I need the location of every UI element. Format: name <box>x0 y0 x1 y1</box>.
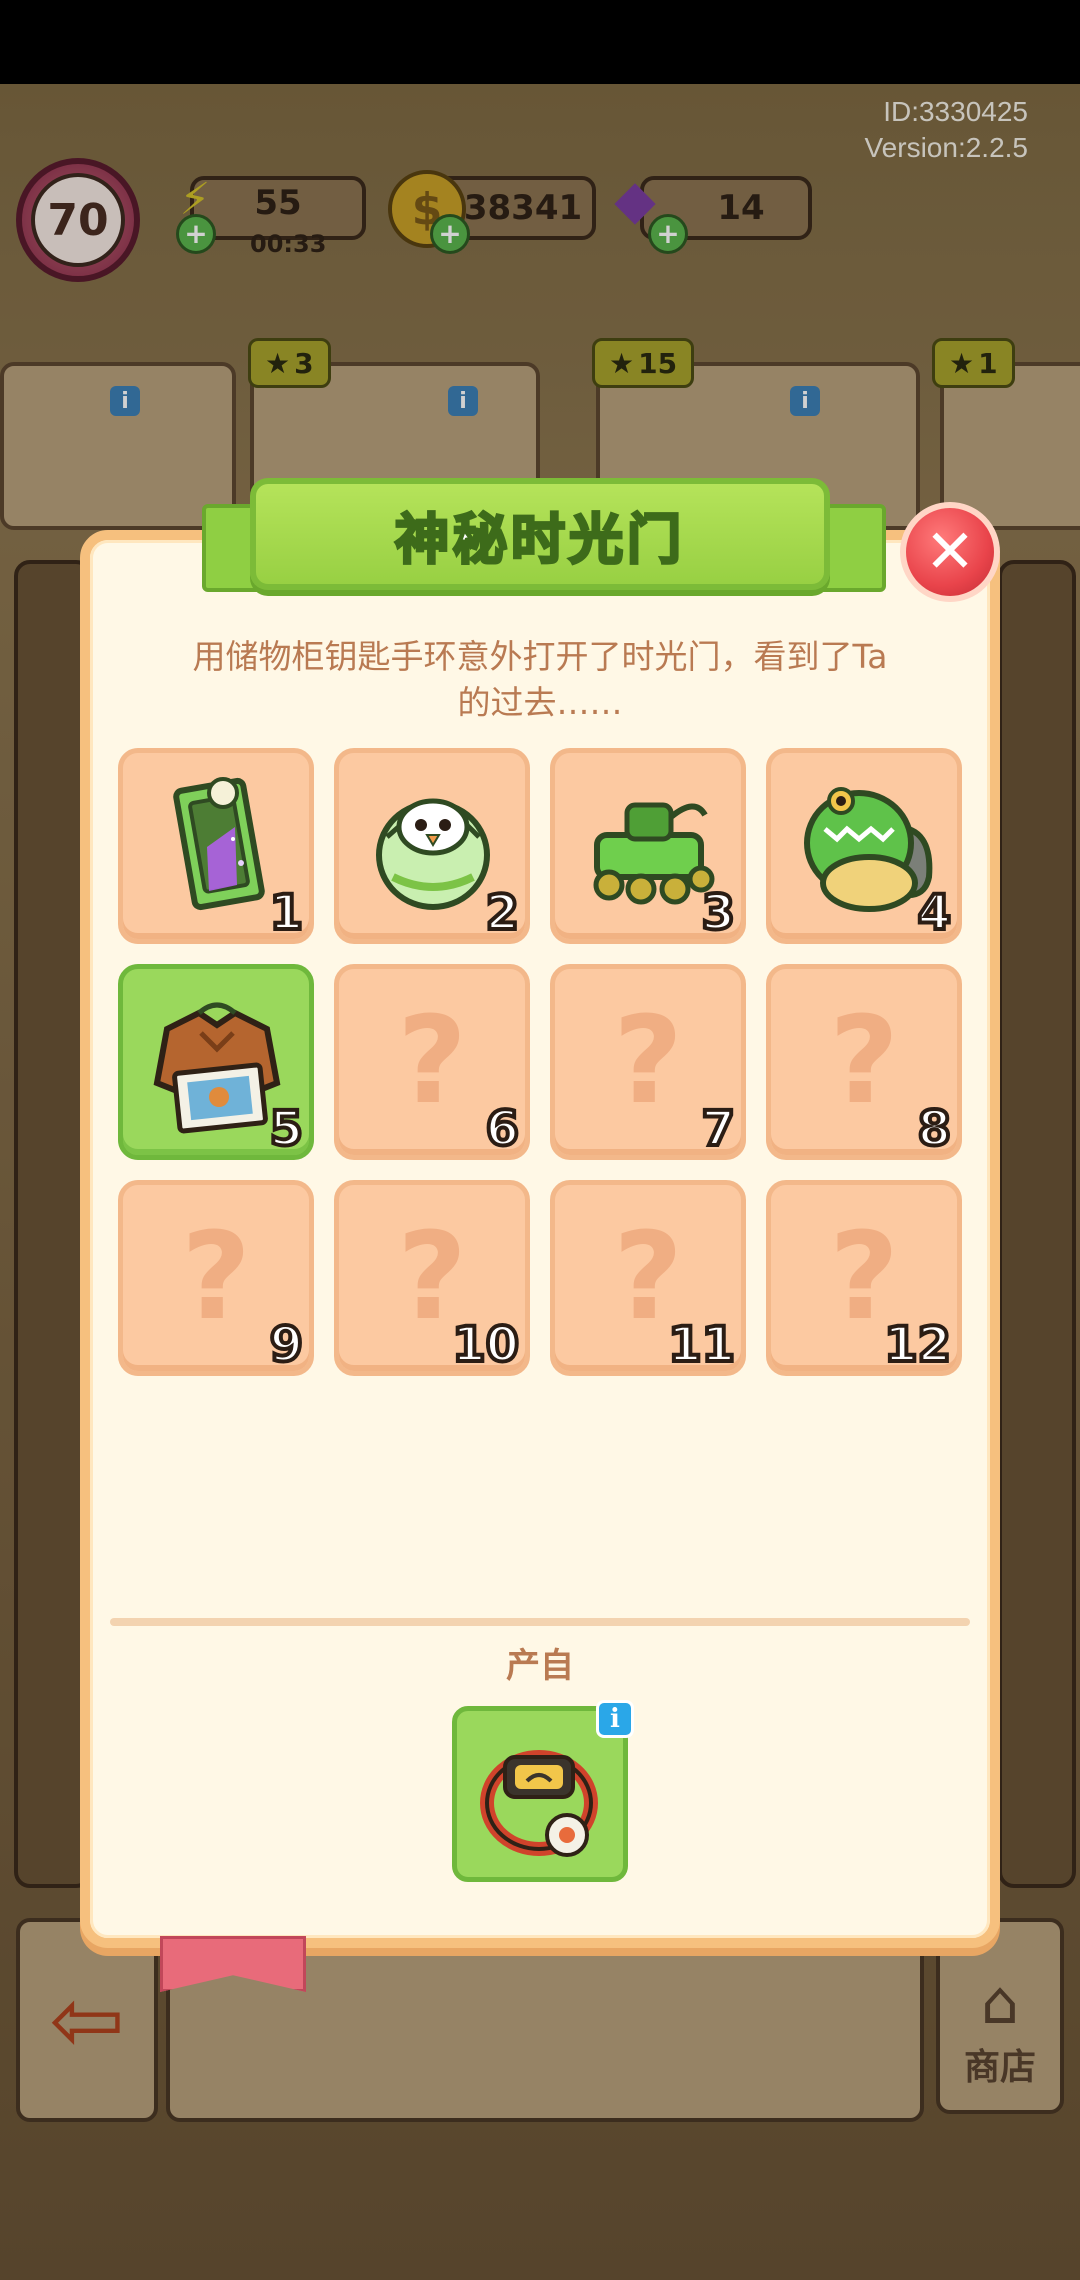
collection-item-7[interactable]: ? 7 <box>550 964 746 1160</box>
item-number: 10 <box>450 1317 521 1373</box>
collection-item-11[interactable]: ? 11 <box>550 1180 746 1376</box>
item-number: 8 <box>916 1101 953 1157</box>
info-icon[interactable]: i <box>596 1700 634 1738</box>
collection-item-8[interactable]: ? 8 <box>766 964 962 1160</box>
section-divider <box>110 1618 970 1626</box>
item-number: 11 <box>666 1317 737 1373</box>
collection-item-3[interactable]: 3 <box>550 748 746 944</box>
item-number: 3 <box>700 885 737 941</box>
collection-item-10[interactable]: ? 10 <box>334 1180 530 1376</box>
collection-item-5[interactable]: 5 <box>118 964 314 1160</box>
item-number: 1 <box>268 885 305 941</box>
key-bracelet-icon <box>480 1750 598 1857</box>
dialog-description: 用储物柜钥匙手环意外打开了时光门，看到了Ta 的过去…… <box>160 634 920 726</box>
description-line-2: 的过去…… <box>457 683 623 722</box>
close-button[interactable]: ✕ <box>900 502 1000 602</box>
item-number: 7 <box>700 1101 737 1157</box>
collection-item-1[interactable]: 1 <box>118 748 314 944</box>
collection-item-6[interactable]: ? 6 <box>334 964 530 1160</box>
collection-item-2[interactable]: 2 <box>334 748 530 944</box>
collection-item-4[interactable]: 4 <box>766 748 962 944</box>
collection-item-9[interactable]: ? 9 <box>118 1180 314 1376</box>
collection-item-12[interactable]: ? 12 <box>766 1180 962 1376</box>
item-number: 5 <box>268 1101 305 1157</box>
item-number: 2 <box>484 885 521 941</box>
dialog-title: 神秘时光门 <box>394 506 685 572</box>
close-icon: ✕ <box>924 517 976 587</box>
status-bar <box>0 0 1080 84</box>
item-number: 4 <box>916 885 953 941</box>
item-number: 12 <box>882 1317 953 1373</box>
source-label: 产自 <box>506 1646 574 1686</box>
item-number: 6 <box>484 1101 521 1157</box>
title-ribbon: 神秘时光门 <box>250 478 830 590</box>
description-line-1: 用储物柜钥匙手环意外打开了时光门，看到了Ta <box>192 637 888 676</box>
item-number: 9 <box>268 1317 305 1373</box>
